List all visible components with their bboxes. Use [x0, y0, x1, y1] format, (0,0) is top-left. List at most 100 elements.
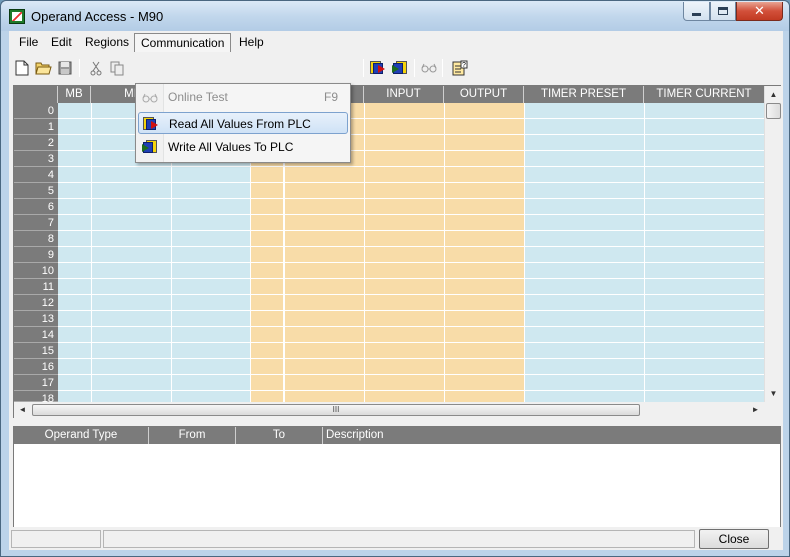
glasses-icon [421, 63, 436, 73]
open-folder-icon [34, 62, 52, 75]
copy-button[interactable] [108, 59, 126, 77]
row-header[interactable]: 6 [14, 199, 58, 215]
minimize-button[interactable] [683, 2, 710, 21]
row-header[interactable]: 11 [14, 279, 58, 295]
row-gridline [58, 326, 764, 327]
row-header[interactable]: 7 [14, 215, 58, 231]
col-header-timer-preset[interactable]: TIMER PRESET [524, 86, 644, 103]
menu-item-read-all-values[interactable]: Read All Values From PLC [138, 112, 348, 134]
toolbar-hidden-button[interactable] [345, 59, 363, 77]
close-icon: ✕ [754, 3, 765, 18]
row-gridline [58, 262, 764, 263]
maximize-icon [718, 7, 728, 15]
new-file-icon [15, 60, 29, 76]
row-gridline [58, 310, 764, 311]
scroll-down-icon[interactable]: ▼ [765, 385, 782, 402]
col-header-from[interactable]: From [149, 427, 236, 444]
row-gridline [58, 230, 764, 231]
vertical-scroll-thumb[interactable] [766, 103, 781, 119]
communication-menu: Online Test F9 Read All Values From PLC … [135, 83, 351, 163]
row-gridline [58, 166, 764, 167]
row-gridline [58, 198, 764, 199]
row-header[interactable]: 3 [14, 151, 58, 167]
help-button[interactable]: ? [451, 59, 469, 77]
row-gridline [58, 358, 764, 359]
menu-item-label: Write All Values To PLC [168, 140, 294, 154]
row-gridline [58, 246, 764, 247]
save-button[interactable] [56, 59, 74, 77]
col-header-description[interactable]: Description [323, 427, 780, 444]
row-header[interactable]: 1 [14, 119, 58, 135]
row-header[interactable]: 12 [14, 295, 58, 311]
scroll-up-icon[interactable]: ▲ [765, 86, 782, 103]
minimize-icon [692, 12, 701, 16]
menu-item-write-all-values[interactable]: Write All Values To PLC [138, 136, 348, 158]
col-header-mb[interactable]: MB [58, 86, 91, 103]
menu-item-label: Read All Values From PLC [169, 117, 311, 131]
write-plc-button[interactable] [391, 59, 409, 77]
scroll-left-icon[interactable]: ◄ [14, 402, 31, 418]
menu-help[interactable]: Help [233, 33, 270, 52]
grid-horizontal-scrollbar[interactable]: ◄ III ► [14, 402, 764, 418]
menu-regions[interactable]: Regions [79, 33, 135, 52]
row-header[interactable]: 10 [14, 263, 58, 279]
cut-icon [90, 61, 102, 75]
cut-button[interactable] [87, 59, 105, 77]
row-gridline [58, 182, 764, 183]
app-icon [9, 9, 25, 24]
copy-icon [110, 61, 123, 75]
row-header[interactable]: 8 [14, 231, 58, 247]
menu-communication[interactable]: Communication [134, 33, 232, 52]
col-header-operand-type[interactable]: Operand Type [14, 427, 149, 444]
scroll-right-icon[interactable]: ► [747, 402, 764, 418]
save-icon [58, 61, 72, 75]
row-header[interactable]: 18 [14, 391, 58, 405]
status-pane-left [11, 530, 101, 548]
new-file-button[interactable] [13, 59, 31, 77]
operand-grid[interactable]: MB MI ML MF INPUT OUTPUT TIMER PRESET TI… [13, 85, 781, 418]
online-test-button[interactable] [420, 59, 438, 77]
grid-vertical-scrollbar[interactable]: ▲ ▼ [764, 86, 781, 402]
row-gridline [58, 374, 764, 375]
window-title: Operand Access - M90 [31, 9, 164, 24]
read-plc-icon [143, 116, 159, 132]
row-gridline [58, 294, 764, 295]
svg-text:?: ? [462, 62, 466, 69]
menu-file[interactable]: File [13, 33, 44, 52]
row-header[interactable]: 14 [14, 327, 58, 343]
row-gridline [58, 342, 764, 343]
menu-edit[interactable]: Edit [45, 33, 78, 52]
glasses-icon [142, 89, 158, 105]
row-header[interactable]: 9 [14, 247, 58, 263]
read-plc-icon [370, 60, 386, 76]
toolbar: ? [9, 55, 783, 81]
title-bar[interactable]: Operand Access - M90 ✕ [1, 1, 789, 31]
menu-item-shortcut: F9 [323, 90, 338, 104]
row-header[interactable]: 2 [14, 135, 58, 151]
status-bar: Close [9, 527, 783, 550]
col-header-to[interactable]: To [236, 427, 323, 444]
write-plc-icon [392, 60, 408, 76]
col-header-output[interactable]: OUTPUT [444, 86, 524, 103]
window-close-button[interactable]: ✕ [736, 2, 783, 21]
grid-header: MB MI ML MF INPUT OUTPUT TIMER PRESET TI… [14, 86, 764, 103]
row-header[interactable]: 16 [14, 359, 58, 375]
row-header[interactable]: 0 [14, 103, 58, 119]
regions-header: Operand Type From To Description [14, 427, 780, 444]
row-header[interactable]: 15 [14, 343, 58, 359]
col-header-input[interactable]: INPUT [364, 86, 444, 103]
close-button[interactable]: Close [699, 529, 769, 549]
maximize-button[interactable] [710, 2, 736, 21]
horizontal-scroll-thumb[interactable]: III [32, 404, 640, 416]
col-header-timer-current[interactable]: TIMER CURRENT [644, 86, 764, 103]
row-header[interactable]: 13 [14, 311, 58, 327]
open-button[interactable] [34, 59, 52, 77]
row-header[interactable]: 4 [14, 167, 58, 183]
menu-item-label: Online Test [168, 90, 228, 104]
menu-item-online-test[interactable]: Online Test F9 [138, 86, 348, 108]
row-header[interactable]: 17 [14, 375, 58, 391]
client-area: File Edit Regions Communication Help ? M… [9, 31, 783, 550]
write-plc-icon [142, 139, 158, 155]
read-plc-button[interactable] [369, 59, 387, 77]
row-header[interactable]: 5 [14, 183, 58, 199]
